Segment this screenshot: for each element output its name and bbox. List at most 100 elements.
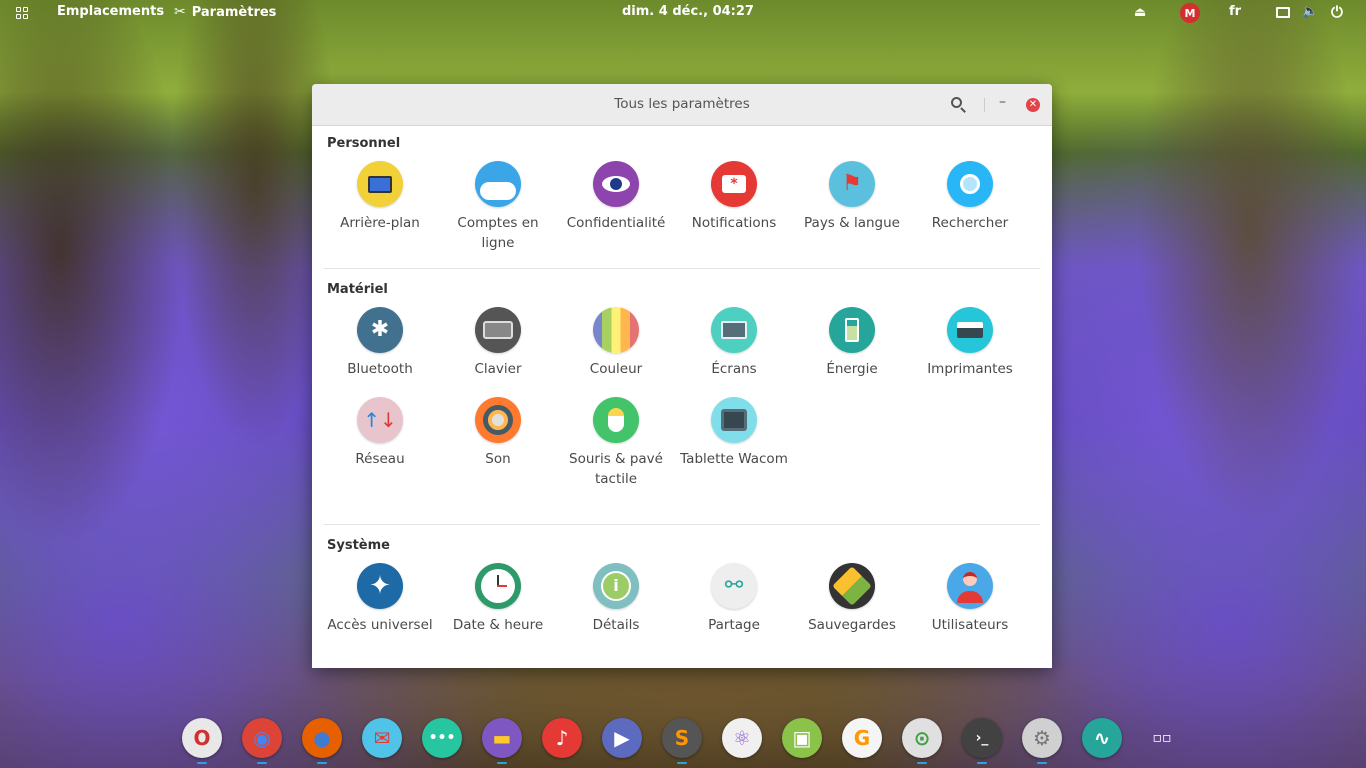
universal-access-icon: ✦ — [357, 563, 403, 609]
section-title-hardware: Matériel — [327, 282, 388, 297]
settings-item-backups[interactable]: Sauvegardes — [793, 563, 911, 635]
user-badge[interactable]: M — [1180, 3, 1200, 23]
files-icon[interactable]: ▬ — [482, 718, 522, 758]
window-title: Tous les paramètres — [614, 96, 750, 112]
settings-item-label: Énergie — [826, 361, 878, 377]
keyboard-icon — [475, 307, 521, 353]
close-button[interactable]: ✕ — [1026, 98, 1040, 112]
settings-item-label: Utilisateurs — [931, 617, 1009, 633]
settings-item-universal-access[interactable]: ✦ Accès universel — [321, 563, 439, 635]
settings-item-date-time[interactable]: Date & heure — [439, 563, 557, 635]
settings-item-label: Comptes en ligne — [457, 215, 539, 251]
settings-item-label: Accès universel — [327, 617, 433, 633]
update-icon[interactable]: G — [842, 718, 882, 758]
image-viewer-icon[interactable]: ▣ — [782, 718, 822, 758]
region-language-icon: ⚑ — [829, 161, 875, 207]
network-icon: ↑ ↓ — [357, 397, 403, 443]
section-title-system: Système — [327, 538, 390, 553]
system-monitor-icon[interactable]: ∿ — [1082, 718, 1122, 758]
language-indicator[interactable]: fr — [1229, 4, 1241, 19]
show-apps-icon[interactable]: ▫▫ — [1142, 718, 1182, 758]
eject-icon[interactable]: ⏏ — [1134, 5, 1146, 20]
running-indicator — [1037, 762, 1047, 764]
wacom-tablet-icon — [711, 397, 757, 443]
atom-icon[interactable]: ⚛ — [722, 718, 762, 758]
screen-icon[interactable] — [1276, 7, 1290, 18]
chrome-icon[interactable]: ◉ — [242, 718, 282, 758]
notifications-icon: * — [711, 161, 757, 207]
music-icon[interactable]: ♪ — [542, 718, 582, 758]
clock[interactable]: dim. 4 déc., 04:27 — [622, 4, 754, 19]
running-indicator — [917, 762, 927, 764]
search-icon[interactable] — [950, 96, 968, 114]
settings-item-label: Couleur — [589, 361, 643, 377]
settings-item-color[interactable]: Couleur — [557, 307, 675, 379]
settings-item-online-accounts[interactable]: Comptes en ligne — [439, 161, 557, 253]
settings-item-privacy[interactable]: Confidentialité — [557, 161, 675, 233]
tools-icon: ✂ — [174, 4, 186, 20]
bluetooth-icon: ✱ — [357, 307, 403, 353]
settings-item-power[interactable]: Énergie — [793, 307, 911, 379]
users-icon — [947, 563, 993, 609]
settings-item-label: Son — [485, 451, 511, 467]
settings-item-label: Rechercher — [931, 215, 1009, 231]
mail-icon[interactable]: ✉ — [362, 718, 402, 758]
volume-icon[interactable]: 🔈 — [1302, 4, 1318, 19]
settings-item-wacom-tablet[interactable]: Tablette Wacom — [675, 397, 793, 469]
settings-item-label: Détails — [592, 617, 640, 633]
settings-item-label: Souris & pavé tactile — [569, 451, 663, 487]
online-accounts-icon — [475, 161, 521, 207]
minimize-button[interactable]: – — [999, 94, 1006, 110]
sublime-icon[interactable]: S — [662, 718, 702, 758]
settings-item-mouse-touchpad[interactable]: Souris & pavé tactile — [557, 397, 675, 489]
settings-item-label: Confidentialité — [566, 215, 666, 231]
settings-window: Tous les paramètres – ✕ Personnel Arrièr… — [312, 84, 1052, 668]
settings-item-label: Réseau — [355, 451, 405, 467]
settings-item-notifications[interactable]: * Notifications — [675, 161, 793, 233]
video-icon[interactable]: ▶ — [602, 718, 642, 758]
settings-item-region-language[interactable]: ⚑ Pays & langue — [793, 161, 911, 233]
window-titlebar[interactable]: Tous les paramètres – ✕ — [312, 84, 1052, 126]
running-indicator — [197, 762, 207, 764]
info-icon: i — [593, 563, 639, 609]
settings-item-network[interactable]: ↑ ↓ Réseau — [321, 397, 439, 469]
settings-item-label: Clavier — [474, 361, 522, 377]
settings-item-search[interactable]: Rechercher — [911, 161, 1029, 233]
activities-grid-icon[interactable] — [16, 7, 28, 19]
settings-item-background[interactable]: Arrière-plan — [321, 161, 439, 233]
settings-item-users[interactable]: Utilisateurs — [911, 563, 1029, 635]
power-icon[interactable]: ⏻ — [1331, 3, 1343, 21]
settings-app-menu[interactable]: ✂ Paramètres — [174, 4, 276, 20]
privacy-icon — [593, 161, 639, 207]
running-indicator — [317, 762, 327, 764]
settings-item-printers[interactable]: Imprimantes — [911, 307, 1029, 379]
tweaks-icon[interactable]: ⊙ — [902, 718, 942, 758]
mouse-icon — [593, 397, 639, 443]
printer-icon — [947, 307, 993, 353]
section-divider — [324, 268, 1040, 269]
dock: O ◉ ● ✉ ••• ▬ ♪ ▶ S ⚛ ▣ G ⊙ ›_ ⚙ ∿ ▫▫ — [180, 718, 1190, 764]
settings-item-displays[interactable]: Écrans — [675, 307, 793, 379]
color-icon — [593, 307, 639, 353]
titlebar-separator — [984, 98, 985, 112]
displays-icon — [711, 307, 757, 353]
settings-icon[interactable]: ⚙ — [1022, 718, 1062, 758]
settings-item-sound[interactable]: Son — [439, 397, 557, 469]
settings-item-label: Bluetooth — [347, 361, 413, 377]
settings-item-label: Écrans — [711, 361, 757, 377]
search-settings-icon — [947, 161, 993, 207]
clock-icon — [475, 563, 521, 609]
settings-item-details[interactable]: i Détails — [557, 563, 675, 635]
terminal-icon[interactable]: ›_ — [962, 718, 1002, 758]
opera-icon[interactable]: O — [182, 718, 222, 758]
settings-item-label: Arrière-plan — [340, 215, 420, 231]
places-menu[interactable]: Emplacements — [57, 4, 164, 19]
chat-icon[interactable]: ••• — [422, 718, 462, 758]
firefox-icon[interactable]: ● — [302, 718, 342, 758]
settings-item-sharing[interactable]: ⚯ Partage — [675, 563, 793, 635]
settings-item-label: Pays & langue — [804, 215, 900, 231]
settings-item-keyboard[interactable]: Clavier — [439, 307, 557, 379]
settings-item-label: Date & heure — [452, 617, 544, 633]
settings-item-bluetooth[interactable]: ✱ Bluetooth — [321, 307, 439, 379]
settings-item-label: Imprimantes — [927, 361, 1013, 377]
